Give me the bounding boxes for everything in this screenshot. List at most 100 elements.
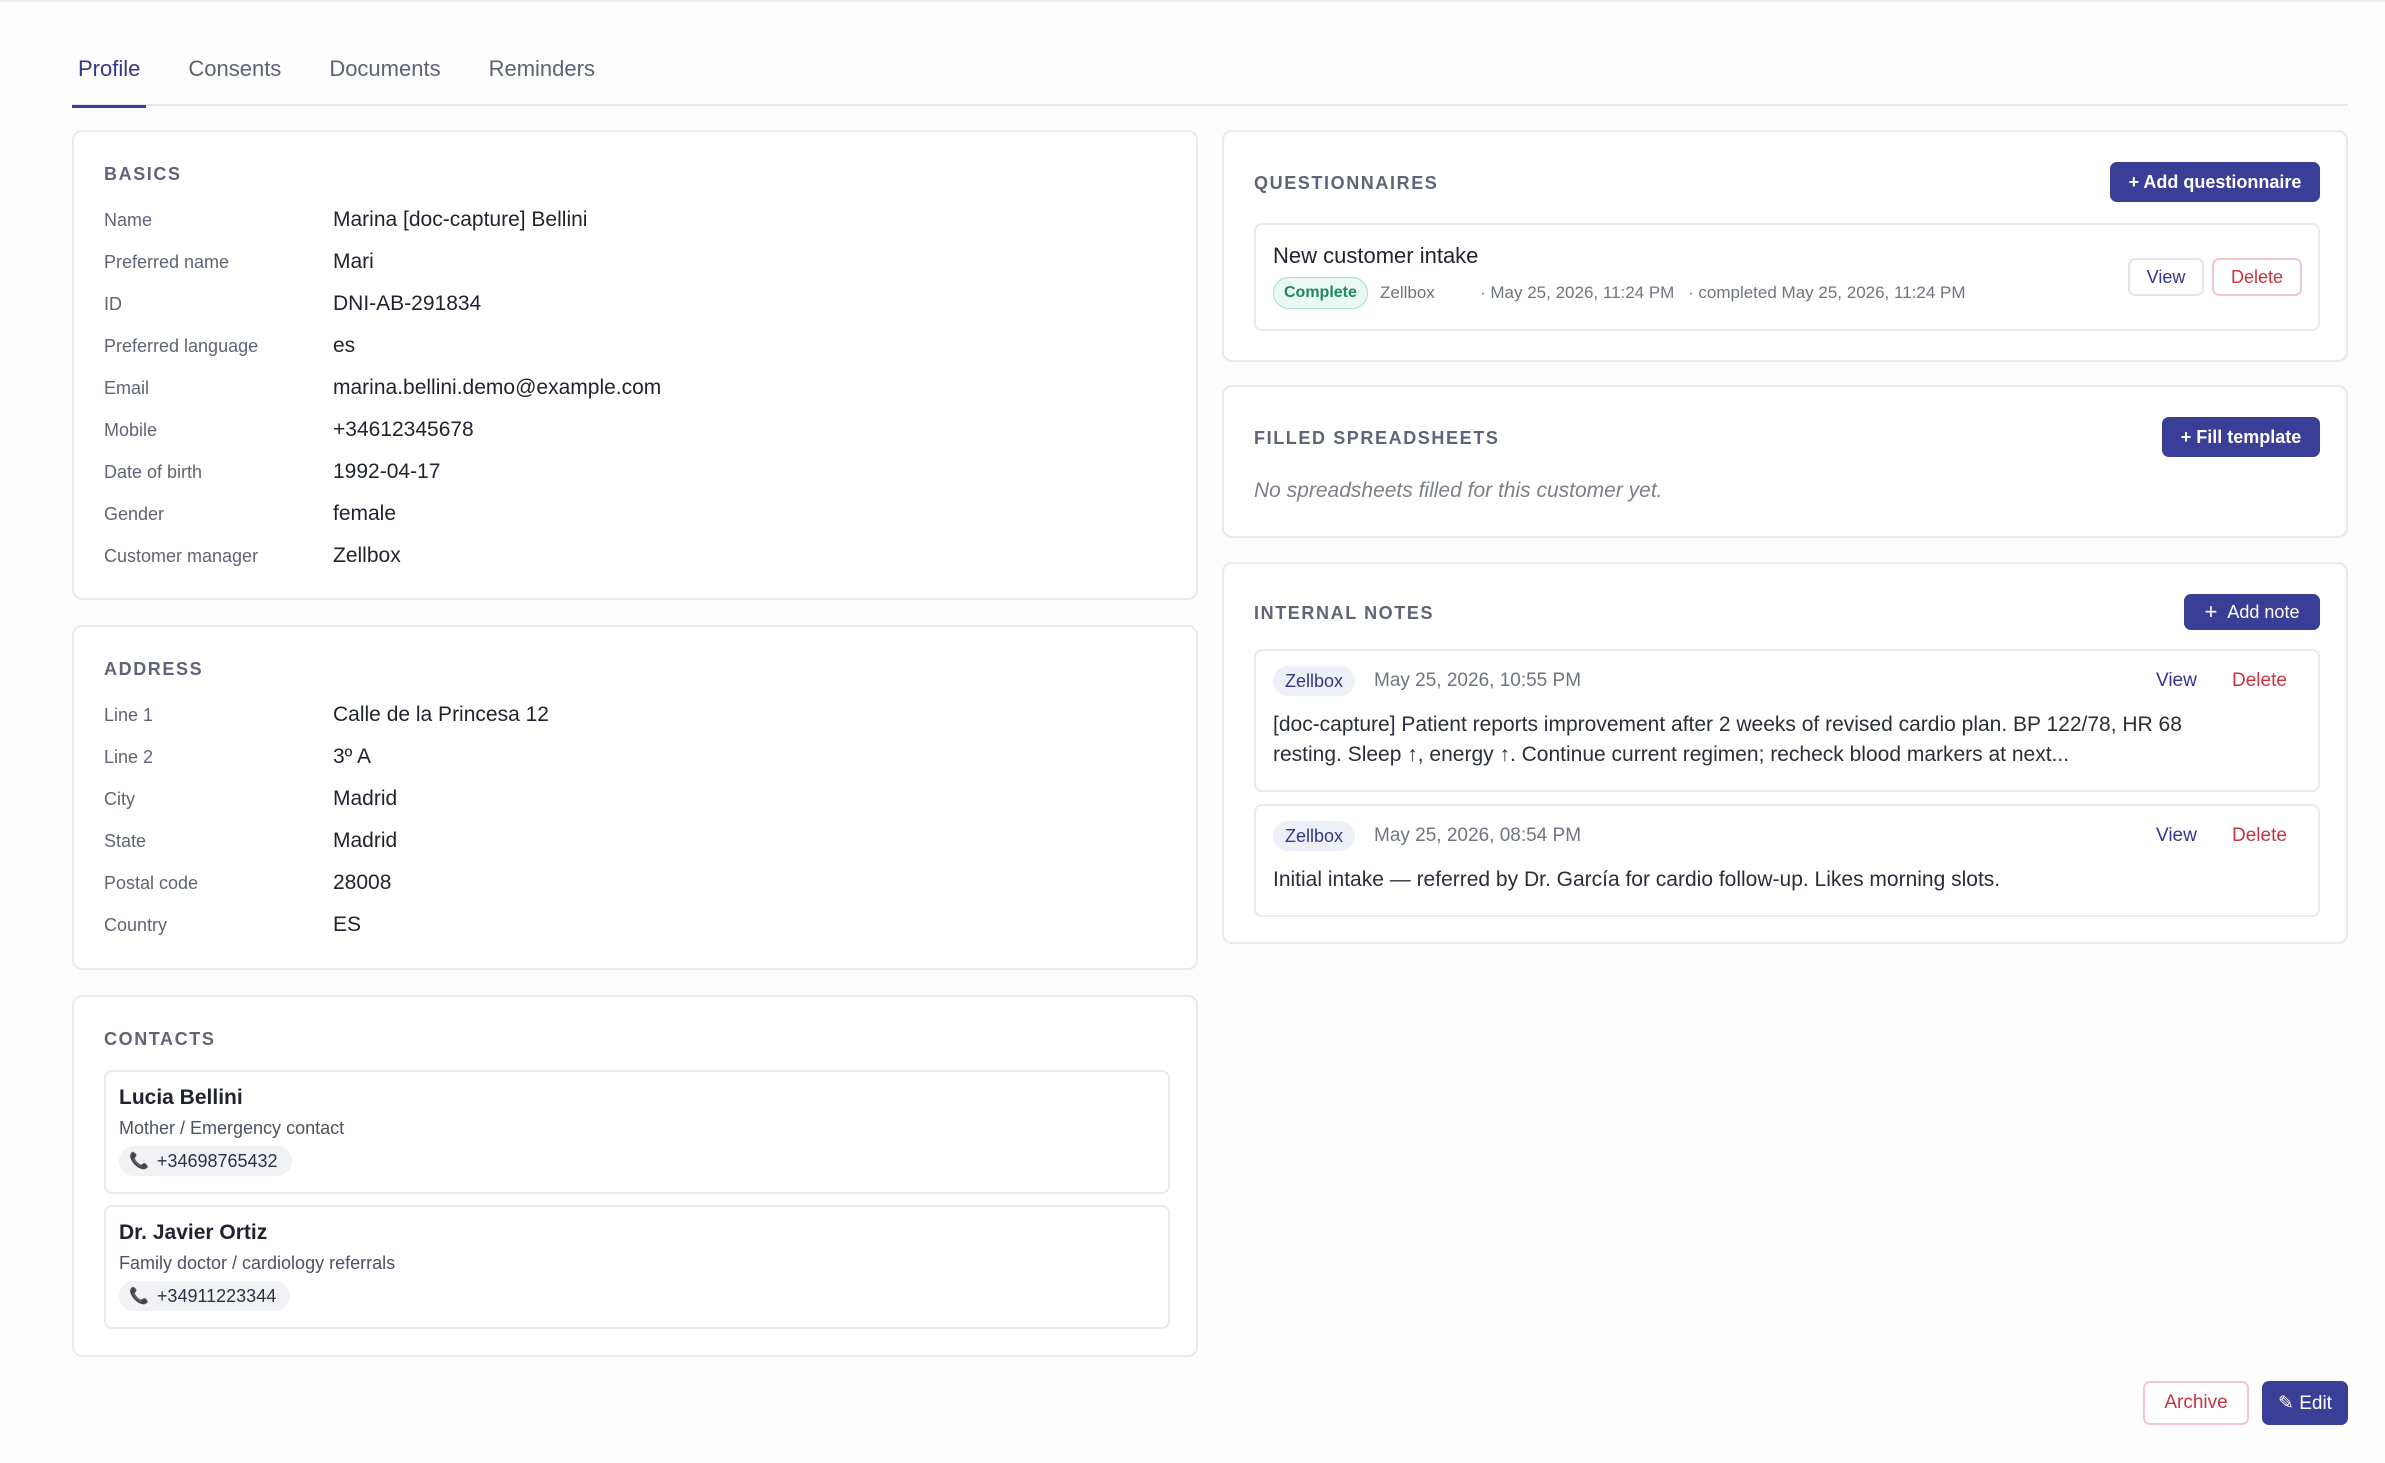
notes-title: INTERNAL NOTES: [1254, 603, 1435, 623]
note-item: Zellbox May 25, 2026, 08:54 PM View Dele…: [1254, 804, 2320, 917]
field-label: Date of birth: [104, 461, 203, 482]
field-value: es: [333, 334, 356, 357]
note-timestamp: May 25, 2026, 08:54 PM: [1374, 825, 1582, 846]
field-label: Mobile: [104, 419, 158, 440]
tab-documents[interactable]: Documents: [323, 46, 446, 106]
questionnaires-title: QUESTIONNAIRES: [1254, 173, 1439, 193]
tab-consents[interactable]: Consents: [182, 46, 287, 106]
spreadsheets-card: FILLED SPREADSHEETS + Fill template No s…: [1222, 385, 2348, 538]
field-value: +34612345678: [333, 418, 474, 441]
contact-name: Lucia Bellini: [119, 1086, 243, 1109]
contacts-card: CONTACTS Lucia Bellini Mother / Emergenc…: [72, 995, 1198, 1357]
field-label: Customer manager: [104, 545, 259, 566]
questionnaire-created: · May 25, 2026, 11:24 PM: [1480, 283, 1675, 302]
address-row-state: State Madrid: [104, 826, 397, 856]
questionnaires-card: QUESTIONNAIRES + Add questionnaire New c…: [1222, 130, 2348, 362]
status-badge: Complete: [1273, 277, 1368, 309]
questionnaire-completed: · completed May 25, 2026, 11:24 PM: [1688, 283, 1966, 302]
field-value: ES: [333, 913, 362, 936]
field-value: DNI-AB-291834: [333, 292, 482, 315]
address-card: ADDRESS Line 1 Calle de la Princesa 12 Li…: [72, 625, 1198, 970]
note-text: [doc-capture] Patient reports improvemen…: [1273, 710, 2303, 770]
address-row-country: Country ES: [104, 910, 361, 940]
notes-card: INTERNAL NOTES + Add note Zellbox May 25…: [1222, 562, 2348, 944]
note-timestamp: May 25, 2026, 10:55 PM: [1374, 670, 1582, 691]
note-text: Initial intake — referred by Dr. García …: [1273, 865, 2303, 895]
address-row-city: City Madrid: [104, 784, 397, 814]
add-note-button[interactable]: + Add note: [2184, 594, 2320, 630]
contact-phone-number: +34911223344: [156, 1285, 277, 1306]
field-value: Marina [doc-capture] Bellini: [333, 208, 588, 231]
contacts-title: CONTACTS: [104, 1029, 216, 1049]
add-questionnaire-button[interactable]: + Add questionnaire: [2110, 162, 2320, 202]
contact-phone-number: +34698765432: [156, 1150, 278, 1171]
field-value: 1992-04-17: [333, 460, 441, 483]
contact-phone[interactable]: 📞 +34698765432: [119, 1146, 292, 1176]
address-row-line2: Line 2 3º A: [104, 742, 371, 772]
note-item: Zellbox May 25, 2026, 10:55 PM View Dele…: [1254, 649, 2320, 792]
field-value: Madrid: [333, 787, 398, 810]
add-note-label: Add note: [2227, 601, 2300, 622]
basics-row-manager: Customer manager Zellbox: [104, 541, 401, 571]
field-label: Line 1: [104, 704, 154, 725]
view-questionnaire-button[interactable]: View: [2128, 258, 2204, 296]
field-value: Madrid: [333, 829, 398, 852]
basics-row-dob: Date of birth 1992-04-17: [104, 457, 440, 487]
fill-template-button[interactable]: + Fill template: [2162, 417, 2320, 457]
contact-name: Dr. Javier Ortiz: [119, 1221, 268, 1244]
contact-card: Lucia Bellini Mother / Emergency contact…: [104, 1070, 1170, 1194]
basics-row-language: Preferred language es: [104, 331, 355, 361]
field-value: Mari: [333, 250, 374, 273]
basics-row-email: Email marina.bellini.demo@example.com: [104, 373, 661, 403]
top-divider: [0, 0, 2385, 2]
plus-icon: +: [2204, 599, 2218, 624]
contact-relation: Mother / Emergency contact: [119, 1118, 345, 1138]
questionnaire-name: New customer intake: [1273, 243, 1479, 268]
basics-title: BASICS: [104, 164, 182, 184]
phone-icon: 📞: [129, 1153, 149, 1170]
field-label: Country: [104, 914, 168, 935]
field-label: City: [104, 788, 135, 809]
questionnaire-author: Zellbox: [1380, 283, 1435, 302]
basics-row-mobile: Mobile +34612345678: [104, 415, 474, 445]
delete-note-button[interactable]: Delete: [2232, 670, 2287, 692]
view-note-button[interactable]: View: [2156, 670, 2197, 692]
address-row-postal-code: Postal code 28008: [104, 868, 391, 898]
address-title: ADDRESS: [104, 659, 204, 679]
field-label: Email: [104, 377, 150, 398]
edit-button[interactable]: ✎ Edit: [2262, 1381, 2348, 1425]
field-label: Preferred language: [104, 335, 259, 356]
field-value: marina.bellini.demo@example.com: [333, 376, 662, 399]
field-label: ID: [104, 293, 122, 314]
field-value: female: [333, 502, 397, 525]
tab-profile[interactable]: Profile: [72, 46, 147, 108]
field-label: Preferred name: [104, 251, 230, 272]
note-author: Zellbox: [1273, 821, 1356, 851]
field-label: Postal code: [104, 872, 199, 893]
basics-card: BASICS Name Marina [doc-capture] Bellini …: [72, 130, 1198, 600]
contact-card: Dr. Javier Ortiz Family doctor / cardiol…: [104, 1205, 1170, 1329]
contact-phone[interactable]: 📞 +34911223344: [119, 1281, 291, 1311]
spreadsheets-empty-message: No spreadsheets filled for this customer…: [1254, 479, 1663, 502]
spreadsheets-title: FILLED SPREADSHEETS: [1254, 428, 1500, 448]
note-text-line: Initial intake — referred by Dr. García …: [1273, 868, 2001, 891]
field-label: Name: [104, 209, 153, 230]
delete-note-button[interactable]: Delete: [2232, 825, 2287, 847]
basics-row-name: Name Marina [doc-capture] Bellini: [104, 205, 587, 235]
basics-row-id: ID DNI-AB-291834: [104, 289, 481, 319]
delete-questionnaire-button[interactable]: Delete: [2212, 258, 2302, 296]
field-label: State: [104, 830, 147, 851]
field-label: Line 2: [104, 746, 154, 767]
note-text-line: [doc-capture] Patient reports improvemen…: [1273, 713, 2182, 736]
note-author: Zellbox: [1273, 666, 1356, 696]
field-value: 28008: [333, 871, 392, 894]
archive-button[interactable]: Archive: [2143, 1381, 2249, 1425]
field-value: 3º A: [333, 745, 372, 768]
questionnaire-item: New customer intake Complete Zellbox · M…: [1254, 223, 2320, 331]
field-value: Calle de la Princesa 12: [333, 703, 549, 726]
view-note-button[interactable]: View: [2156, 825, 2197, 847]
address-row-line1: Line 1 Calle de la Princesa 12: [104, 700, 549, 730]
field-value: Zellbox: [333, 544, 401, 567]
basics-row-preferred-name: Preferred name Mari: [104, 247, 374, 277]
tab-reminders[interactable]: Reminders: [483, 46, 601, 106]
